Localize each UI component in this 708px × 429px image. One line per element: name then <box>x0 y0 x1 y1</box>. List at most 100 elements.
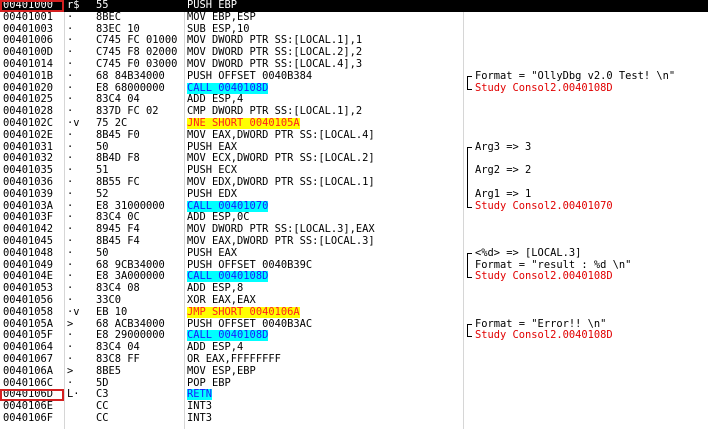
disassembly-cell-highlight: CALL 0040108D <box>187 330 269 342</box>
disassembly-cell: CMP DWORD PTR SS:[LOCAL.1],2 <box>187 106 363 118</box>
jump-marker: L· <box>67 389 80 401</box>
disasm-row[interactable]: 00401003 · 83EC 10 SUB ESP,10 <box>0 24 708 36</box>
disassembly-cell: POP EBP <box>187 377 231 389</box>
disasm-row[interactable]: 00401053 · 83C4 08 ADD ESP,8 <box>0 283 708 295</box>
disasm-row[interactable]: 0040103F · 83C4 0C ADD ESP,0C <box>0 212 708 224</box>
address-cell: 0040106E <box>3 401 54 413</box>
disasm-row[interactable]: 00401001 · 8BEC MOV EBP,ESP <box>0 12 708 24</box>
hex-dump-cell: 83C4 08 <box>96 283 140 295</box>
disasm-row[interactable]: 0040106D L· C3 RETN <box>0 389 708 401</box>
disassembly-cell: MOV EAX,DWORD PTR SS:[LOCAL.4] <box>187 129 375 141</box>
comment-cell <box>475 366 708 378</box>
address-highlight-box <box>0 389 64 402</box>
disassembly-cell: PUSH OFFSET 0040B39C <box>187 259 313 271</box>
disasm-row[interactable]: 00401039 · 52 PUSH EDX Arg1 => 1 <box>0 189 708 201</box>
jump-marker: · <box>67 35 74 47</box>
hex-dump-cell: CC <box>96 413 109 424</box>
disasm-row[interactable]: 0040102E · 8B45 F0 MOV EAX,DWORD PTR SS:[LO… <box>0 130 708 142</box>
disasm-row[interactable]: 0040106C · 5D POP EBP <box>0 378 708 390</box>
hex-dump-cell: 5D <box>96 377 109 389</box>
disassembly-cell: MOV ECX,DWORD PTR SS:[LOCAL.2] <box>187 153 375 165</box>
disasm-row[interactable]: 0040105A >68 ACB34000 PUSH OFFSET 0040B3AC… <box>0 319 708 331</box>
jump-marker: · <box>67 153 74 165</box>
disasm-row[interactable]: 00401045 · 8B45 F4 MOV EAX,DWORD PTR SS:[LO… <box>0 236 708 248</box>
hex-dump-cell: 52 <box>96 188 109 200</box>
address-cell: 00401045 <box>3 236 54 247</box>
argument-bracket <box>467 75 472 90</box>
hex-dump-cell: 837D FC 02 <box>96 106 159 118</box>
disasm-row[interactable]: 00401058 ·v EB 10 JMP SHORT 0040106A <box>0 306 708 319</box>
address-cell: 0040100D <box>3 47 54 59</box>
disassembly-cell: XOR EAX,EAX <box>187 295 256 306</box>
address-highlight-box <box>0 0 64 12</box>
disasm-row[interactable]: 00401048 · 50 PUSH EAX <%d> => [LOCAL.3] <box>0 248 708 260</box>
disassembly-cell-highlight: RETN <box>187 389 213 401</box>
hex-dump-cell: 83C4 04 <box>96 342 140 354</box>
disassembly-cell: PUSH OFFSET 0040B3AC <box>187 318 313 330</box>
disasm-row[interactable]: 00401035 · 51 PUSH ECX Arg2 => 2 <box>0 165 708 177</box>
disassembly-cell: MOV DWORD PTR SS:[LOCAL.1],1 <box>187 35 363 47</box>
hex-dump-cell: 83EC 10 <box>96 23 140 35</box>
disassembly-cell: ADD ESP,8 <box>187 283 244 295</box>
disassembly-cell: JNE SHORT 0040105A <box>187 118 462 130</box>
disasm-row[interactable]: 0040104E · E8 3A000000 CALL 0040108D Study C… <box>0 271 708 283</box>
hex-dump-cell: 55 <box>96 0 109 11</box>
disasm-row[interactable]: 0040102C ·v 75 2C JNE SHORT 0040105A <box>0 118 708 130</box>
disassembly-pane[interactable]: 00401000 r$ 55 PUSH EBP 00401001 · 8BEC MOV EBP… <box>0 0 708 429</box>
disassembly-cell: INT3 <box>187 401 213 413</box>
disasm-row[interactable]: 00401049 · 68 9CB34000 PUSH OFFSET 0040B39C… <box>0 260 708 272</box>
comment-cell: Study Consol2.0040108D <box>475 82 613 94</box>
disassembly-cell-highlight: CALL 00401070 <box>187 200 269 212</box>
disasm-row[interactable]: 00401036 · 8B55 FC MOV EDX,DWORD PTR SS:[LO… <box>0 177 708 189</box>
disasm-row[interactable]: 00401031 · 50 PUSH EAX Arg3 => 3 <box>0 142 708 154</box>
comment-cell: Format = "Error!! \n" <box>475 318 607 330</box>
disassembly-cell: MOV ESP,EBP <box>187 365 256 377</box>
address-cell: 00401049 <box>3 259 54 271</box>
jump-marker: · <box>67 177 74 188</box>
disassembly-cell: CALL 00401070 <box>187 200 462 213</box>
jump-marker: · <box>67 200 74 212</box>
disasm-row[interactable]: 0040106A >8BE5 MOV ESP,EBP <box>0 366 708 378</box>
disasm-row[interactable]: 0040101B · 68 84B34000 PUSH OFFSET 0040B384… <box>0 71 708 83</box>
hex-dump-cell: 68 84B34000 <box>96 70 165 82</box>
disasm-row[interactable]: 00401006 · C745 FC 01000 MOV DWORD PTR SS:[… <box>0 35 708 47</box>
comment-cell: Format = "result : %d \n" <box>475 259 632 271</box>
jump-marker: · <box>67 47 74 59</box>
hex-dump-cell: 8BE5 <box>96 365 122 377</box>
jump-marker: · <box>67 59 74 70</box>
comment-cell <box>475 153 708 165</box>
disasm-row[interactable]: 00401014 · C745 F0 03000 MOV DWORD PTR SS:[… <box>0 59 708 71</box>
disasm-row[interactable]: 00401064 · 83C4 04 ADD ESP,4 <box>0 342 708 354</box>
disasm-row[interactable]: 0040103A · E8 31000000 CALL 00401070 Study C… <box>0 200 708 213</box>
disasm-row[interactable]: 0040106F CC INT3 <box>0 413 708 425</box>
disasm-row[interactable]: 00401042 · 8945 F4 MOV DWORD PTR SS:[LOCAL.… <box>0 224 708 236</box>
comment-cell <box>475 307 708 319</box>
hex-dump-cell: 50 <box>96 247 109 259</box>
disasm-row[interactable]: 00401025 · 83C4 04 ADD ESP,4 <box>0 94 708 106</box>
disasm-row[interactable]: 0040105F · E8 29000000 CALL 0040108D Study C… <box>0 330 708 342</box>
address-cell: 00401036 <box>3 177 54 188</box>
disasm-row[interactable]: 0040106E CC INT3 <box>0 401 708 413</box>
disasm-row[interactable]: 00401032 · 8B4D F8 MOV ECX,DWORD PTR SS:[LO… <box>0 153 708 165</box>
disasm-row[interactable]: 00401067 · 83C8 FF OR EAX,FFFFFFFF <box>0 354 708 366</box>
hex-dump-cell: E8 29000000 <box>96 330 165 342</box>
disasm-row[interactable]: 00401028 · 837D FC 02 CMP DWORD PTR SS:[LOC… <box>0 106 708 118</box>
argument-bracket <box>467 252 472 279</box>
disasm-row[interactable]: 00401000 r$ 55 PUSH EBP <box>0 0 708 12</box>
disassembly-cell: CALL 0040108D <box>187 330 462 342</box>
disassembly-cell-highlight: JMP SHORT 0040106A <box>187 306 300 318</box>
disasm-row[interactable]: 00401020 · E8 68000000 CALL 0040108D Study C… <box>0 82 708 95</box>
address-cell: 00401053 <box>3 283 54 295</box>
comment-cell: Study Consol2.0040108D <box>475 271 613 283</box>
jump-marker: · <box>67 271 74 283</box>
disassembly-cell: INT3 <box>187 413 213 424</box>
comment-cell: Study Consol2.00401070 <box>475 200 613 212</box>
hex-dump-cell: 8B45 F0 <box>96 129 140 141</box>
disasm-row[interactable]: 00401056 · 33C0 XOR EAX,EAX <box>0 295 708 307</box>
disasm-row[interactable]: 0040100D · C745 F8 02000 MOV DWORD PTR SS:[… <box>0 47 708 59</box>
hex-dump-cell: 8BEC <box>96 11 122 23</box>
comment-cell: Arg1 => 1 <box>475 188 532 200</box>
disassembly-cell: MOV EDX,DWORD PTR SS:[LOCAL.1] <box>187 177 375 188</box>
disassembly-cell: MOV DWORD PTR SS:[LOCAL.3],EAX <box>187 224 375 236</box>
disassembly-cell: RETN <box>187 389 462 401</box>
